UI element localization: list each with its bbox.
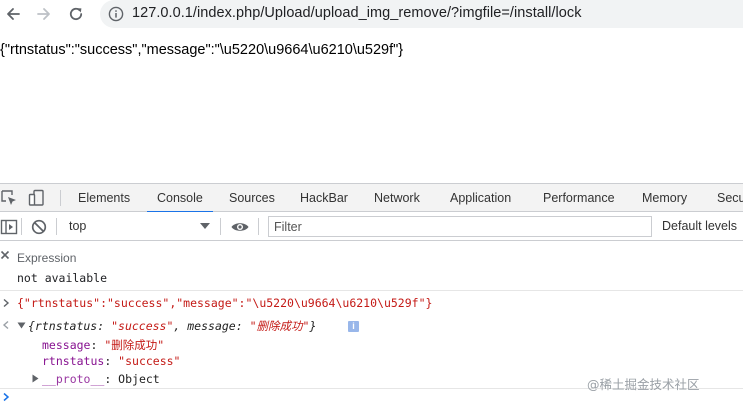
chevron-right-icon (3, 298, 10, 308)
log-levels-dropdown[interactable]: Default levels (662, 219, 737, 233)
tab-network[interactable]: Network (374, 184, 420, 212)
toolbar-separator (258, 218, 259, 235)
watermark: @稀土掘金技术社区 (587, 377, 700, 392)
console-input-line: {"rtnstatus":"success","message":"\u5220… (0, 294, 743, 312)
tab-performance[interactable]: Performance (543, 184, 615, 212)
back-arrow-icon (7, 8, 20, 20)
info-badge-icon[interactable]: i (348, 321, 359, 332)
reload-icon (69, 7, 83, 21)
expand-triangle-icon[interactable] (17, 322, 26, 329)
property-entry: message: "删除成功" (42, 338, 165, 352)
tab-sources[interactable]: Sources (229, 184, 275, 212)
back-button[interactable] (2, 3, 24, 25)
context-label: top (69, 219, 87, 233)
tab-console[interactable]: Console (147, 184, 213, 213)
console-toolbar: top Default levels (0, 212, 743, 241)
inspect-element-icon[interactable] (0, 189, 18, 207)
property-entry: rtnstatus: "success" (42, 354, 181, 368)
info-icon[interactable] (108, 6, 124, 22)
toolbar-separator (56, 218, 57, 235)
clear-console-icon[interactable] (30, 218, 48, 236)
page-json-response: {"rtnstatus":"success","message":"\u5220… (0, 42, 404, 58)
tab-elements[interactable]: Elements (78, 184, 130, 212)
address-bar[interactable]: 127.0.0.1/index.php/Upload/upload_img_re… (100, 0, 743, 28)
proto-entry: __proto__: Object (42, 372, 160, 386)
chevron-down-icon (200, 223, 210, 229)
show-sidebar-icon[interactable] (0, 218, 18, 236)
tab-application[interactable]: Application (450, 184, 511, 212)
tab-memory[interactable]: Memory (642, 184, 687, 212)
forward-button[interactable] (33, 3, 55, 25)
collapsed-triangle-icon[interactable] (32, 374, 39, 383)
prompt-chevron-icon (3, 392, 10, 402)
forward-arrow-icon (37, 8, 50, 20)
browser-toolbar: 127.0.0.1/index.php/Upload/upload_img_re… (0, 0, 743, 28)
live-expression-eye-icon[interactable] (230, 218, 250, 236)
object-property: message: "删除成功" (0, 335, 743, 352)
url-text[interactable]: 127.0.0.1/index.php/Upload/upload_img_re… (132, 5, 582, 21)
expression-label: Expression (17, 251, 77, 265)
console-input-text: {"rtnstatus":"success","message":"\u5220… (17, 296, 433, 310)
live-expression: Expression not available (0, 241, 743, 291)
result-summary: {rtnstatus: "success", message: "删除成功"} (28, 319, 317, 333)
console-result-line[interactable]: {rtnstatus: "success", message: "删除成功"} … (0, 316, 743, 334)
device-toolbar-icon[interactable] (28, 189, 46, 207)
tabbar-separator (60, 190, 61, 206)
chevron-left-icon (2, 320, 9, 330)
close-icon[interactable] (0, 250, 10, 260)
context-selector[interactable]: top (62, 216, 216, 237)
devtools-tabbar: Elements Console Sources HackBar Network… (0, 184, 743, 213)
toolbar-separator (220, 218, 221, 235)
filter-input[interactable] (268, 216, 652, 237)
devtools-panel: Elements Console Sources HackBar Network… (0, 183, 743, 406)
tab-hackbar[interactable]: HackBar (300, 184, 348, 212)
expression-value: not available (17, 271, 108, 285)
object-property: rtnstatus: "success" (0, 352, 743, 369)
tab-security[interactable]: Secu (717, 184, 743, 212)
reload-button[interactable] (65, 3, 87, 25)
toolbar-separator (21, 218, 22, 235)
